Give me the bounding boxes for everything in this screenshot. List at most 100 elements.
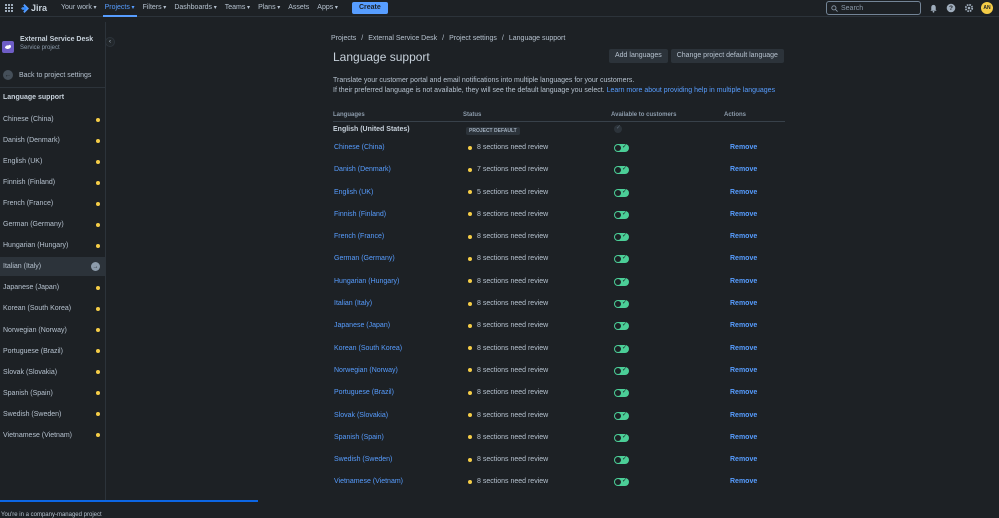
warning-dot-icon xyxy=(468,212,472,217)
nav-item-projects[interactable]: Projects ▾ xyxy=(101,0,139,17)
remove-button[interactable]: Remove xyxy=(730,144,757,151)
available-toggle[interactable] xyxy=(614,366,629,375)
nav-label: Dashboards xyxy=(174,3,213,11)
nav-item-apps[interactable]: Apps ▾ xyxy=(313,0,342,17)
language-link[interactable]: Spanish (Spain) xyxy=(334,434,384,441)
language-link[interactable]: Slovak (Slovakia) xyxy=(334,412,388,419)
breadcrumb-item[interactable]: External Service Desk xyxy=(368,35,437,42)
header-available: Available to customers xyxy=(611,112,677,118)
nav-item-assets[interactable]: Assets xyxy=(284,0,313,17)
jira-logo[interactable]: Jira xyxy=(20,3,47,13)
language-link[interactable]: Portuguese (Brazil) xyxy=(334,389,394,396)
warning-dot-icon xyxy=(468,323,472,328)
remove-button[interactable]: Remove xyxy=(730,189,757,196)
add-languages-button[interactable]: Add languages xyxy=(609,49,668,63)
sidebar-item-spanish-spain[interactable]: Spanish (Spain) xyxy=(0,384,106,403)
create-button[interactable]: Create xyxy=(351,2,388,14)
available-toggle[interactable] xyxy=(614,165,629,175)
language-link[interactable]: Hungarian (Hungary) xyxy=(334,278,399,285)
sidebar-item-french-france[interactable]: French (France) xyxy=(0,194,106,213)
user-avatar[interactable]: AN xyxy=(981,2,993,14)
sidebar-item-swedish-sweden[interactable]: Swedish (Sweden) xyxy=(0,405,106,424)
available-toggle[interactable] xyxy=(614,477,629,487)
language-link[interactable]: English (UK) xyxy=(334,189,373,196)
sidebar-item-label: Swedish (Sweden) xyxy=(3,410,62,418)
remove-button[interactable]: Remove xyxy=(730,166,757,173)
available-toggle[interactable] xyxy=(614,188,629,197)
sidebar-item-hungarian-hungary[interactable]: Hungarian (Hungary) xyxy=(0,236,106,255)
available-toggle[interactable] xyxy=(614,455,629,465)
sidebar-item-chinese-china[interactable]: Chinese (China) xyxy=(0,110,106,129)
remove-button[interactable]: Remove xyxy=(730,322,757,329)
sidebar-item-italian-italy[interactable]: Italian (Italy) → xyxy=(0,257,106,277)
remove-button[interactable]: Remove xyxy=(730,345,757,352)
available-toggle[interactable] xyxy=(614,143,629,152)
language-link[interactable]: French (France) xyxy=(334,233,384,240)
available-toggle[interactable] xyxy=(614,254,629,264)
help-icon[interactable]: ? xyxy=(945,2,957,14)
available-toggle[interactable] xyxy=(614,388,629,398)
language-link[interactable]: Japanese (Japan) xyxy=(334,322,390,329)
status-cell: 8 sections need review xyxy=(468,412,548,419)
sidebar-item-slovak-slovakia[interactable]: Slovak (Slovakia) xyxy=(0,363,106,382)
available-toggle[interactable] xyxy=(614,210,629,219)
remove-button[interactable]: Remove xyxy=(730,300,757,307)
sidebar-heading[interactable]: Language support xyxy=(3,94,64,101)
back-to-project-settings-link[interactable]: ← Back to project settings xyxy=(3,70,91,80)
sidebar-item-japanese-japan[interactable]: Japanese (Japan) xyxy=(0,278,106,297)
nav-item-your-work[interactable]: Your work ▾ xyxy=(57,0,101,17)
available-toggle[interactable] xyxy=(614,277,629,286)
language-link[interactable]: German (Germany) xyxy=(334,255,395,262)
nav-item-dashboards[interactable]: Dashboards ▾ xyxy=(170,0,220,17)
status-cell: 8 sections need review xyxy=(468,300,548,307)
sidebar-item-norwegian-norway[interactable]: Norwegian (Norway) xyxy=(0,321,106,340)
nav-item-teams[interactable]: Teams ▾ xyxy=(221,0,254,17)
sidebar-item-portuguese-brazil[interactable]: Portuguese (Brazil) xyxy=(0,342,106,361)
search-input[interactable]: Search xyxy=(826,1,921,15)
available-toggle[interactable] xyxy=(614,433,629,442)
remove-button[interactable]: Remove xyxy=(730,211,757,218)
nav-item-filters[interactable]: Filters ▾ xyxy=(139,0,171,17)
app-switcher-icon[interactable] xyxy=(5,3,14,13)
sidebar-item-finnish-finland[interactable]: Finnish (Finland) xyxy=(0,173,106,192)
available-toggle[interactable] xyxy=(614,321,629,331)
language-link[interactable]: Norwegian (Norway) xyxy=(334,367,398,374)
language-link[interactable]: Chinese (China) xyxy=(334,144,385,151)
remove-button[interactable]: Remove xyxy=(730,367,757,374)
remove-button[interactable]: Remove xyxy=(730,478,757,485)
breadcrumb-item[interactable]: Language support xyxy=(509,35,565,42)
available-toggle[interactable] xyxy=(614,232,629,242)
language-link[interactable]: Finnish (Finland) xyxy=(334,211,386,218)
remove-button[interactable]: Remove xyxy=(730,278,757,285)
language-link[interactable]: Korean (South Korea) xyxy=(334,345,402,352)
remove-button[interactable]: Remove xyxy=(730,412,757,419)
available-toggle[interactable] xyxy=(614,344,629,353)
language-link[interactable]: Danish (Denmark) xyxy=(334,166,391,173)
project-header[interactable]: External Service Desk Service project xyxy=(2,36,93,53)
settings-gear-icon[interactable] xyxy=(963,2,975,14)
breadcrumb-item[interactable]: Project settings xyxy=(449,35,497,42)
learn-more-link[interactable]: Learn more about providing help in multi… xyxy=(607,87,776,94)
remove-button[interactable]: Remove xyxy=(730,233,757,240)
change-default-language-button[interactable]: Change project default language xyxy=(670,49,784,63)
sidebar-item-german-germany[interactable]: German (Germany) xyxy=(0,215,106,234)
language-link[interactable]: Italian (Italy) xyxy=(334,300,372,307)
sidebar-item-english-uk[interactable]: English (UK) xyxy=(0,152,106,171)
remove-button[interactable]: Remove xyxy=(730,255,757,262)
language-link[interactable]: Vietnamese (Vietnam) xyxy=(334,478,403,485)
remove-button[interactable]: Remove xyxy=(730,434,757,441)
notifications-icon[interactable] xyxy=(927,2,939,14)
sidebar-item-vietnamese-vietnam[interactable]: Vietnamese (Vietnam) xyxy=(0,426,106,445)
language-link[interactable]: Swedish (Sweden) xyxy=(334,456,392,463)
collapse-sidebar-button[interactable]: ‹ xyxy=(105,37,115,47)
available-toggle[interactable] xyxy=(614,411,629,420)
nav-item-plans[interactable]: Plans ▾ xyxy=(254,0,284,17)
available-toggle[interactable] xyxy=(614,299,629,309)
remove-button[interactable]: Remove xyxy=(730,389,757,396)
remove-button[interactable]: Remove xyxy=(730,456,757,463)
sidebar-item-korean-south-korea[interactable]: Korean (South Korea) xyxy=(0,299,106,318)
breadcrumb-item[interactable]: Projects xyxy=(331,35,356,42)
table-row: Vietnamese (Vietnam) 8 sections need revi… xyxy=(333,471,785,493)
status-cell: 8 sections need review xyxy=(468,345,548,352)
sidebar-item-danish-denmark[interactable]: Danish (Denmark) xyxy=(0,131,106,150)
